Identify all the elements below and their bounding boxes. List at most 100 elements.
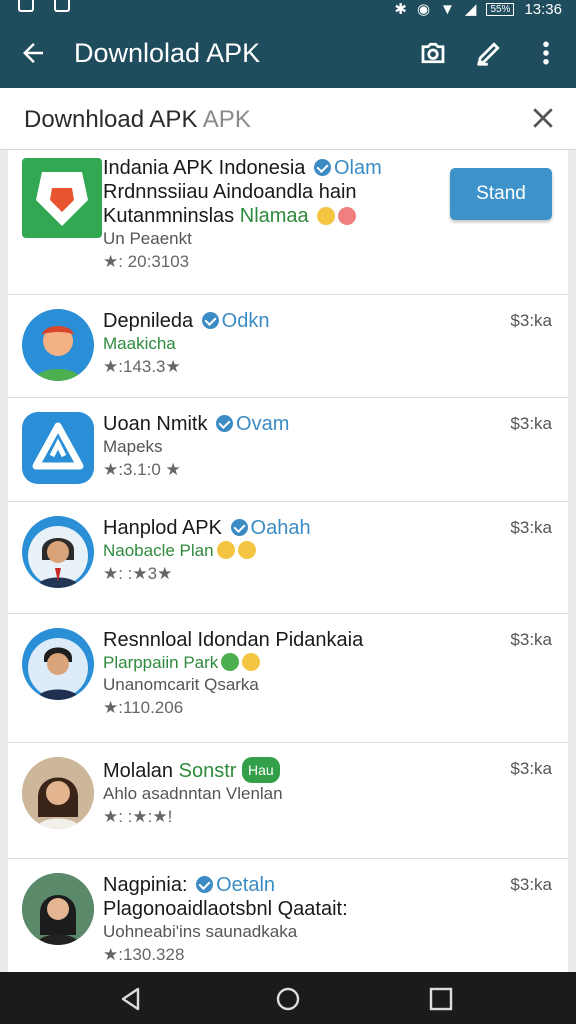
- app-info: Nagpinia: Oetaln Plagonoaidlaotsbnl Qaat…: [103, 873, 498, 967]
- app-title: Hanplod APK Oahah: [103, 516, 498, 540]
- avatar-photo: [28, 526, 88, 588]
- bluetooth-icon: ✱: [394, 1, 407, 18]
- status-bar: ✱ ◉ ▼ ◢ 55% 13:36: [0, 0, 576, 18]
- app-info: Depnileda Odkn Maakicha ★:143.3★: [103, 309, 498, 379]
- more-options-icon[interactable]: [531, 38, 561, 68]
- app-list: Indania APK Indonesia Olam Rrdnnssiiau A…: [8, 150, 568, 972]
- app-price: $3:ka: [510, 875, 552, 894]
- app-price: $3:ka: [510, 518, 552, 537]
- dialog-title: Downhload APK APK: [24, 106, 251, 134]
- verified-icon: [216, 415, 234, 432]
- app-subtitle: Ahlo asadnntan Vlenlan: [103, 784, 283, 803]
- camera-icon[interactable]: [418, 38, 448, 68]
- app-subtitle: Rrdnnssiiau Aindoandla hain: [103, 181, 357, 203]
- emoji-icon: [237, 541, 256, 559]
- app-name: Molalan: [103, 760, 174, 782]
- list-item[interactable]: Resnnloal Idondan Pidankaia Plarppaiin P…: [8, 614, 568, 743]
- developer-label: Oetaln: [216, 874, 276, 896]
- app-logo: [22, 158, 102, 238]
- app-info: Resnnloal Idondan Pidankaia Plarppaiin P…: [103, 628, 498, 720]
- edit-icon[interactable]: [474, 38, 504, 68]
- app-price: $3:ka: [510, 630, 552, 649]
- app-name-highlight: Sonstr: [178, 760, 237, 782]
- app-toolbar: Downlolad APK: [0, 18, 576, 88]
- app-name: Indania APK Indonesia: [103, 157, 306, 179]
- developer-label: Olam: [333, 157, 382, 179]
- notification-image-icon: [18, 0, 34, 12]
- app-title: Molalan Sonstr Hau: [103, 757, 498, 783]
- app-category: Un Peaenkt: [103, 229, 192, 248]
- app-title: Nagpinia: Oetaln: [103, 873, 498, 897]
- app-subtitle: Plagonoaidlaotsbnl Qaatait:: [103, 898, 348, 920]
- app-subtitle: Plarppaiin Park: [103, 652, 498, 674]
- app-tag: Hau: [241, 757, 280, 783]
- emoji-icon: [221, 653, 240, 671]
- app-subtitle-text: Plarppaiin Park: [103, 653, 219, 672]
- notification-download-icon: [54, 0, 70, 12]
- app-info: Indania APK Indonesia Olam Rrdnnssiiau A…: [103, 156, 498, 274]
- app-logo-icon: [32, 422, 84, 470]
- dialog-title-sub: APK: [202, 106, 251, 133]
- avatar: [22, 757, 94, 829]
- emoji-icon: [216, 541, 235, 559]
- app-rating: ★: :★3★: [103, 564, 173, 583]
- app-info: Molalan Sonstr Hau Ahlo asadnntan Vlenla…: [103, 757, 498, 829]
- avatar-photo: [28, 638, 88, 700]
- recents-square-icon[interactable]: [428, 986, 454, 1012]
- list-item[interactable]: Hanplod APK Oahah Naobacle Plan ★: :★3★ …: [8, 502, 568, 614]
- developer-label: Odkn: [221, 310, 270, 332]
- list-item[interactable]: Indania APK Indonesia Olam Rrdnnssiiau A…: [8, 150, 568, 295]
- app-subtitle: Mapeks: [103, 437, 163, 456]
- app-title: Resnnloal Idondan Pidankaia: [103, 629, 364, 651]
- app-name: Hanplod APK: [103, 517, 222, 539]
- close-icon[interactable]: [528, 103, 558, 133]
- avatar: [22, 628, 94, 700]
- emoji-icon: [317, 207, 336, 225]
- list-item[interactable]: Nagpinia: Oetaln Plagonoaidlaotsbnl Qaat…: [8, 859, 568, 972]
- dialog-title-main: Downhload APK: [24, 106, 198, 133]
- emoji-icon: [242, 653, 261, 671]
- app-rating: ★: 20:3103: [103, 252, 190, 271]
- wifi-icon: ▼: [440, 0, 455, 18]
- back-arrow-icon[interactable]: [18, 38, 48, 68]
- verified-icon: [313, 159, 331, 176]
- dialog-header: Downhload APK APK: [0, 88, 576, 150]
- app-info: Hanplod APK Oahah Naobacle Plan ★: :★3★: [103, 516, 498, 586]
- app-description-text: Kutanmninslas: [103, 205, 235, 227]
- avatar-photo: [22, 873, 94, 945]
- app-subtitle: Naobacle Plan: [103, 540, 498, 562]
- list-item[interactable]: Molalan Sonstr Hau Ahlo asadnntan Vlenla…: [8, 743, 568, 859]
- avatar-icon: [34, 326, 82, 381]
- app-description: Uohneabi'ins saunadkaka: [103, 922, 298, 941]
- app-rating: ★:3.1:0 ★: [103, 460, 181, 479]
- developer-label: Ovam: [236, 413, 290, 435]
- app-price: $3:ka: [510, 759, 552, 778]
- app-rating: ★:130.328: [103, 945, 185, 964]
- battery-indicator: 55%: [486, 2, 515, 16]
- avatar: [22, 412, 94, 484]
- app-title: Indania APK Indonesia Olam: [103, 156, 498, 180]
- home-circle-icon[interactable]: [275, 986, 301, 1012]
- app-rating: ★:143.3★: [103, 357, 181, 376]
- app-description: Kutanmninslas Nlamaa: [103, 204, 498, 228]
- alarm-icon: ◉: [416, 1, 431, 18]
- app-name: Uoan Nmitk: [103, 413, 208, 435]
- install-button[interactable]: Stand: [450, 168, 552, 220]
- avatar: [22, 309, 94, 381]
- app-rating: ★:110.206: [103, 698, 184, 717]
- avatar-photo: [22, 757, 94, 829]
- app-name: Nagpinia:: [103, 874, 188, 896]
- app-title: Depnileda Odkn: [103, 309, 498, 333]
- emoji-icon: [338, 207, 357, 225]
- app-subtitle-text: Naobacle Plan: [103, 541, 214, 560]
- app-price: $3:ka: [510, 414, 552, 433]
- back-triangle-icon[interactable]: [118, 986, 144, 1012]
- list-item[interactable]: Depnileda Odkn Maakicha ★:143.3★ $3:ka: [8, 295, 568, 398]
- verified-icon: [196, 876, 214, 893]
- developer-label: Oahah: [250, 517, 311, 539]
- app-rating: ★: :★:★!: [103, 807, 173, 826]
- navigation-bar: [0, 972, 576, 1024]
- app-info: Uoan Nmitk Ovam Mapeks ★:3.1:0 ★: [103, 412, 498, 482]
- list-item[interactable]: Uoan Nmitk Ovam Mapeks ★:3.1:0 ★ $3:ka: [8, 398, 568, 502]
- app-logo-icon: [36, 172, 88, 226]
